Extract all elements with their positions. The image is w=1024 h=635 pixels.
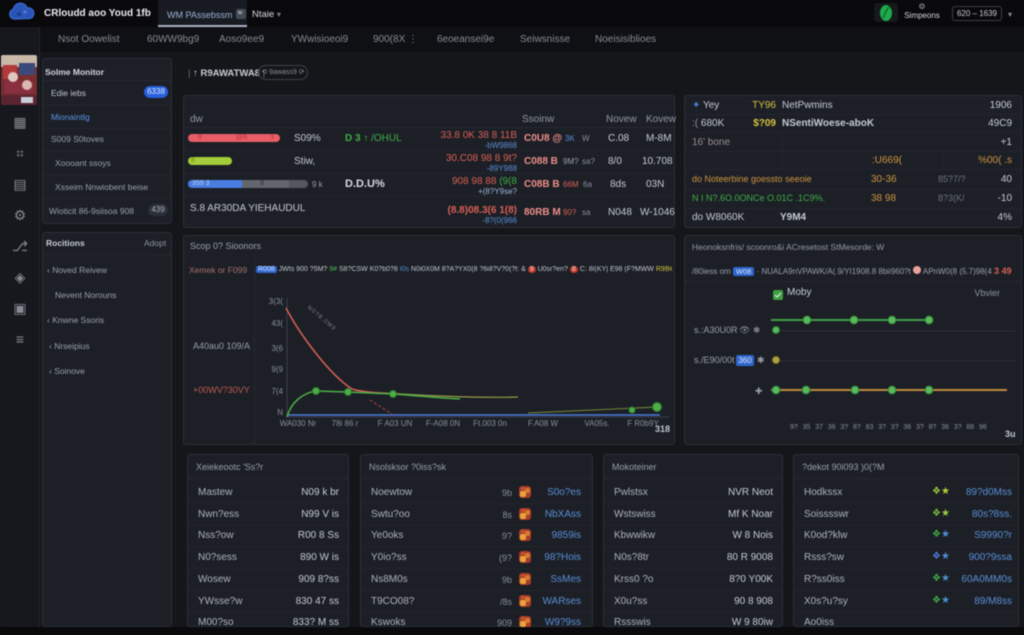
svg-text:3(3(: 3(3( (269, 297, 284, 306)
svg-text:9(9: 9(9 (271, 365, 283, 374)
svg-text:43(: 43( (271, 319, 283, 328)
svg-text:318: 318 (655, 424, 670, 434)
svg-text:VA05s.: VA05s. (584, 419, 609, 428)
svg-text:7(4: 7(4 (271, 387, 283, 396)
svg-text:78i 86 r: 78i 86 r (332, 419, 359, 428)
svg-text:N0?8.0M9: N0?8.0M9 (306, 305, 337, 333)
svg-text:3(6: 3(6 (271, 344, 283, 353)
svg-text:F A03 UN: F A03 UN (378, 419, 413, 428)
svg-text:F-A08 0N: F-A08 0N (426, 419, 460, 428)
svg-text:Ft.003 0n: Ft.003 0n (473, 419, 507, 428)
svg-text:WA030 Nr: WA030 Nr (280, 419, 317, 428)
svg-text:F.A08 W: F.A08 W (528, 419, 559, 428)
svg-text:N: N (277, 408, 283, 417)
